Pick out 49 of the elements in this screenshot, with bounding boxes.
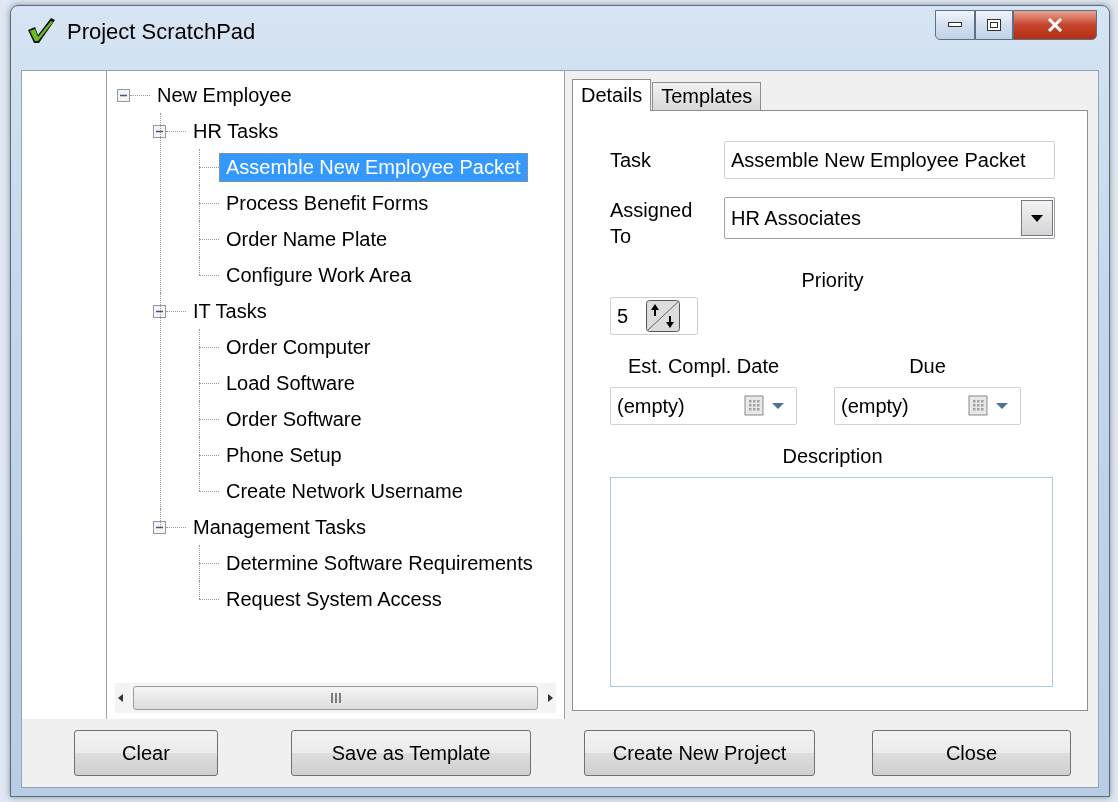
tree-item[interactable]: Phone Setup xyxy=(219,440,349,470)
tree-item[interactable]: Request System Access xyxy=(219,584,449,614)
collapse-icon[interactable] xyxy=(117,88,130,102)
tree-item[interactable]: New Employee xyxy=(150,80,299,110)
field-label: Assigned To xyxy=(610,198,694,249)
field-label: Priority xyxy=(801,268,864,293)
field-label: Task xyxy=(610,148,653,173)
dialog-button[interactable]: Close xyxy=(872,730,1071,776)
tree-item[interactable]: Order Computer xyxy=(219,332,378,362)
description-field[interactable] xyxy=(610,477,1053,687)
close-button[interactable] xyxy=(1013,10,1097,40)
scrollbar-thumb[interactable] xyxy=(133,686,538,710)
dialog-button[interactable]: Clear xyxy=(74,730,218,776)
field-label: Description xyxy=(782,444,883,469)
field-label: Est. Compl. Date xyxy=(627,354,780,379)
tree-item[interactable]: Order Name Plate xyxy=(219,224,395,254)
tree-item[interactable]: Process Benefit Forms xyxy=(219,188,436,218)
priority-spinner[interactable]: 5 xyxy=(610,297,698,335)
tree-item[interactable]: HR Tasks xyxy=(186,116,286,146)
date-field[interactable]: (empty) xyxy=(610,387,797,425)
tree-item[interactable]: Order Software xyxy=(219,404,369,434)
checkmark-icon xyxy=(25,16,57,46)
tree-item[interactable]: Determine Software Requirements xyxy=(219,548,540,578)
tab[interactable]: Details xyxy=(572,79,652,111)
collapse-icon[interactable] xyxy=(153,520,166,534)
caret-icon xyxy=(1031,214,1043,222)
collapse-icon[interactable] xyxy=(153,304,166,318)
field-label: Due xyxy=(909,354,946,379)
minimize-icon xyxy=(948,22,962,28)
window-title: Project ScratchPad xyxy=(67,18,257,46)
dialog-button[interactable]: Save as Template xyxy=(291,730,531,776)
close-icon xyxy=(1047,18,1063,32)
grip-icon xyxy=(330,693,341,703)
dialog-button[interactable]: Create New Project xyxy=(584,730,815,776)
minimize-button[interactable] xyxy=(935,10,975,40)
task-field[interactable]: Assemble New Employee Packet xyxy=(724,141,1055,179)
tab[interactable]: Templates xyxy=(652,82,762,111)
maximize-icon xyxy=(987,19,1001,31)
tree-item[interactable]: Load Software xyxy=(219,368,362,398)
assigned-to-dropdown[interactable]: HR Associates xyxy=(724,197,1055,239)
collapse-icon[interactable] xyxy=(153,124,166,138)
tree-item[interactable]: Create Network Username xyxy=(219,476,470,506)
spin-arrows-icon[interactable] xyxy=(646,300,681,332)
maximize-button[interactable] xyxy=(975,10,1013,40)
tree-item[interactable]: Management Tasks xyxy=(186,512,374,542)
date-field[interactable]: (empty) xyxy=(834,387,1021,425)
tree-item[interactable]: Configure Work Area xyxy=(219,260,419,290)
tree-item[interactable]: IT Tasks xyxy=(186,296,274,326)
horizontal-scrollbar[interactable] xyxy=(115,683,556,713)
